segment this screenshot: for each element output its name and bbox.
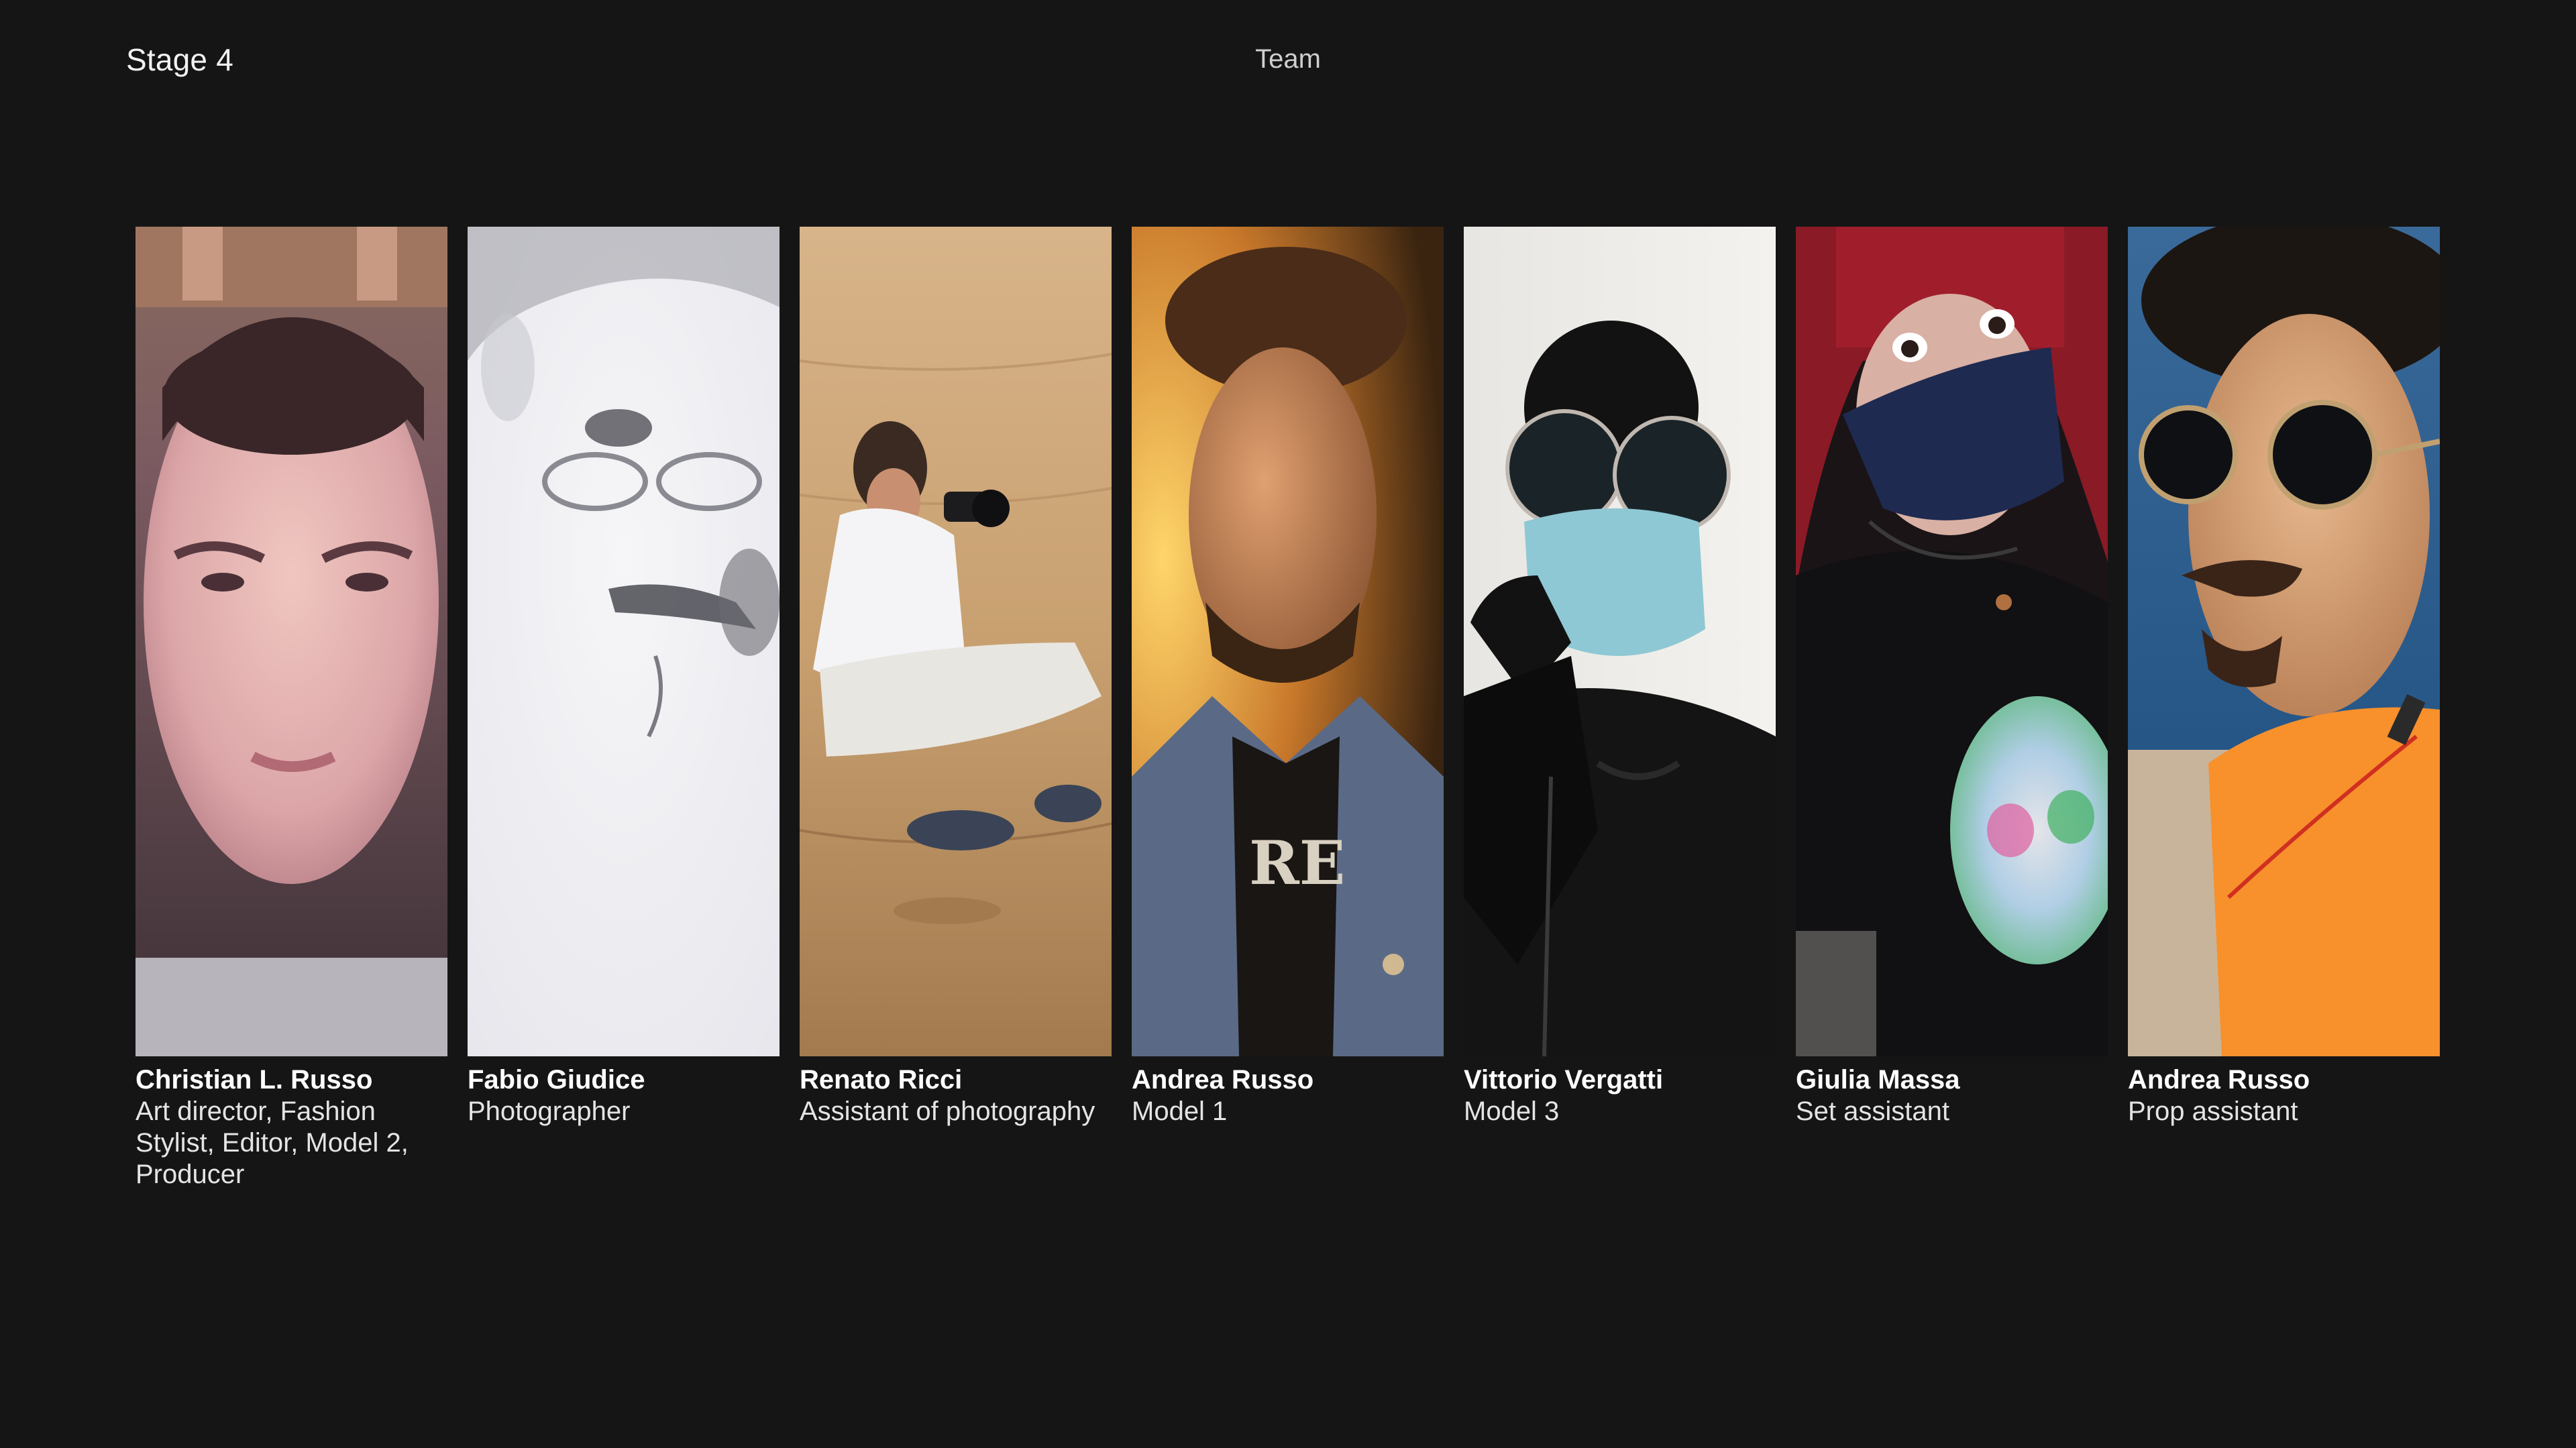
team-member-card: Vittorio Vergatti Model 3 <box>1464 227 1776 1190</box>
member-name: Andrea Russo <box>2128 1065 2310 1095</box>
team-member-card: Renato Ricci Assistant of photography <box>800 227 1112 1190</box>
member-role: Art director, Fashion Stylist, Editor, M… <box>136 1097 409 1189</box>
member-photo <box>468 227 780 1056</box>
member-role: Model 3 <box>1464 1097 1560 1126</box>
team-grid: Christian L. Russo Art director, Fashion… <box>136 227 2440 1190</box>
member-role: Set assistant <box>1796 1097 1950 1126</box>
member-photo <box>1796 227 2108 1056</box>
member-role: Model 1 <box>1132 1097 1228 1126</box>
team-member-card: RE Andrea Russo Model 1 <box>1132 227 1444 1190</box>
member-photo <box>2128 227 2440 1056</box>
member-name: Christian L. Russo <box>136 1065 373 1095</box>
member-name: Vittorio Vergatti <box>1464 1065 1664 1095</box>
team-member-card: Christian L. Russo Art director, Fashion… <box>136 227 447 1190</box>
member-role: Prop assistant <box>2128 1097 2298 1126</box>
member-photo <box>1464 227 1776 1056</box>
member-name: Renato Ricci <box>800 1065 963 1095</box>
svg-text:RE: RE <box>1249 828 1345 899</box>
member-photo <box>136 227 447 1056</box>
member-name: Fabio Giudice <box>468 1065 645 1095</box>
member-role: Assistant of photography <box>800 1097 1095 1126</box>
page-title: Team <box>1255 44 1321 74</box>
member-role: Photographer <box>468 1097 631 1126</box>
team-member-card: Andrea Russo Prop assistant <box>2128 227 2440 1190</box>
member-photo <box>800 227 1112 1056</box>
team-member-card: Giulia Massa Set assistant <box>1796 227 2108 1190</box>
member-photo: RE <box>1132 227 1444 1056</box>
member-name: Giulia Massa <box>1796 1065 1960 1095</box>
team-member-card: Fabio Giudice Photographer <box>468 227 780 1190</box>
member-name: Andrea Russo <box>1132 1065 1314 1095</box>
